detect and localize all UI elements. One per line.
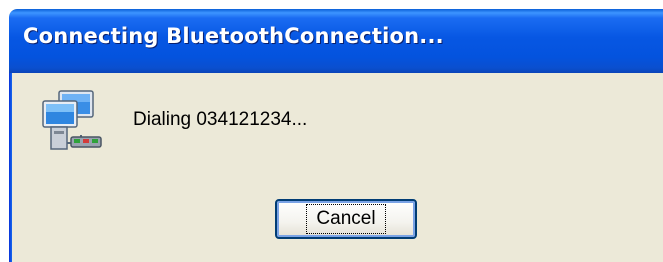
window-frame-left (9, 73, 12, 262)
connecting-dialog: Connecting BluetoothConnection... Dialin… (9, 9, 663, 262)
network-connection-icon (37, 87, 107, 157)
title-bar[interactable]: Connecting BluetoothConnection... (9, 9, 663, 73)
cancel-button-label: Cancel (306, 204, 386, 234)
dialing-status-text: Dialing 034121234... (133, 109, 308, 130)
cancel-button[interactable]: Cancel (275, 199, 417, 239)
dialog-title: Connecting BluetoothConnection... (23, 24, 444, 48)
